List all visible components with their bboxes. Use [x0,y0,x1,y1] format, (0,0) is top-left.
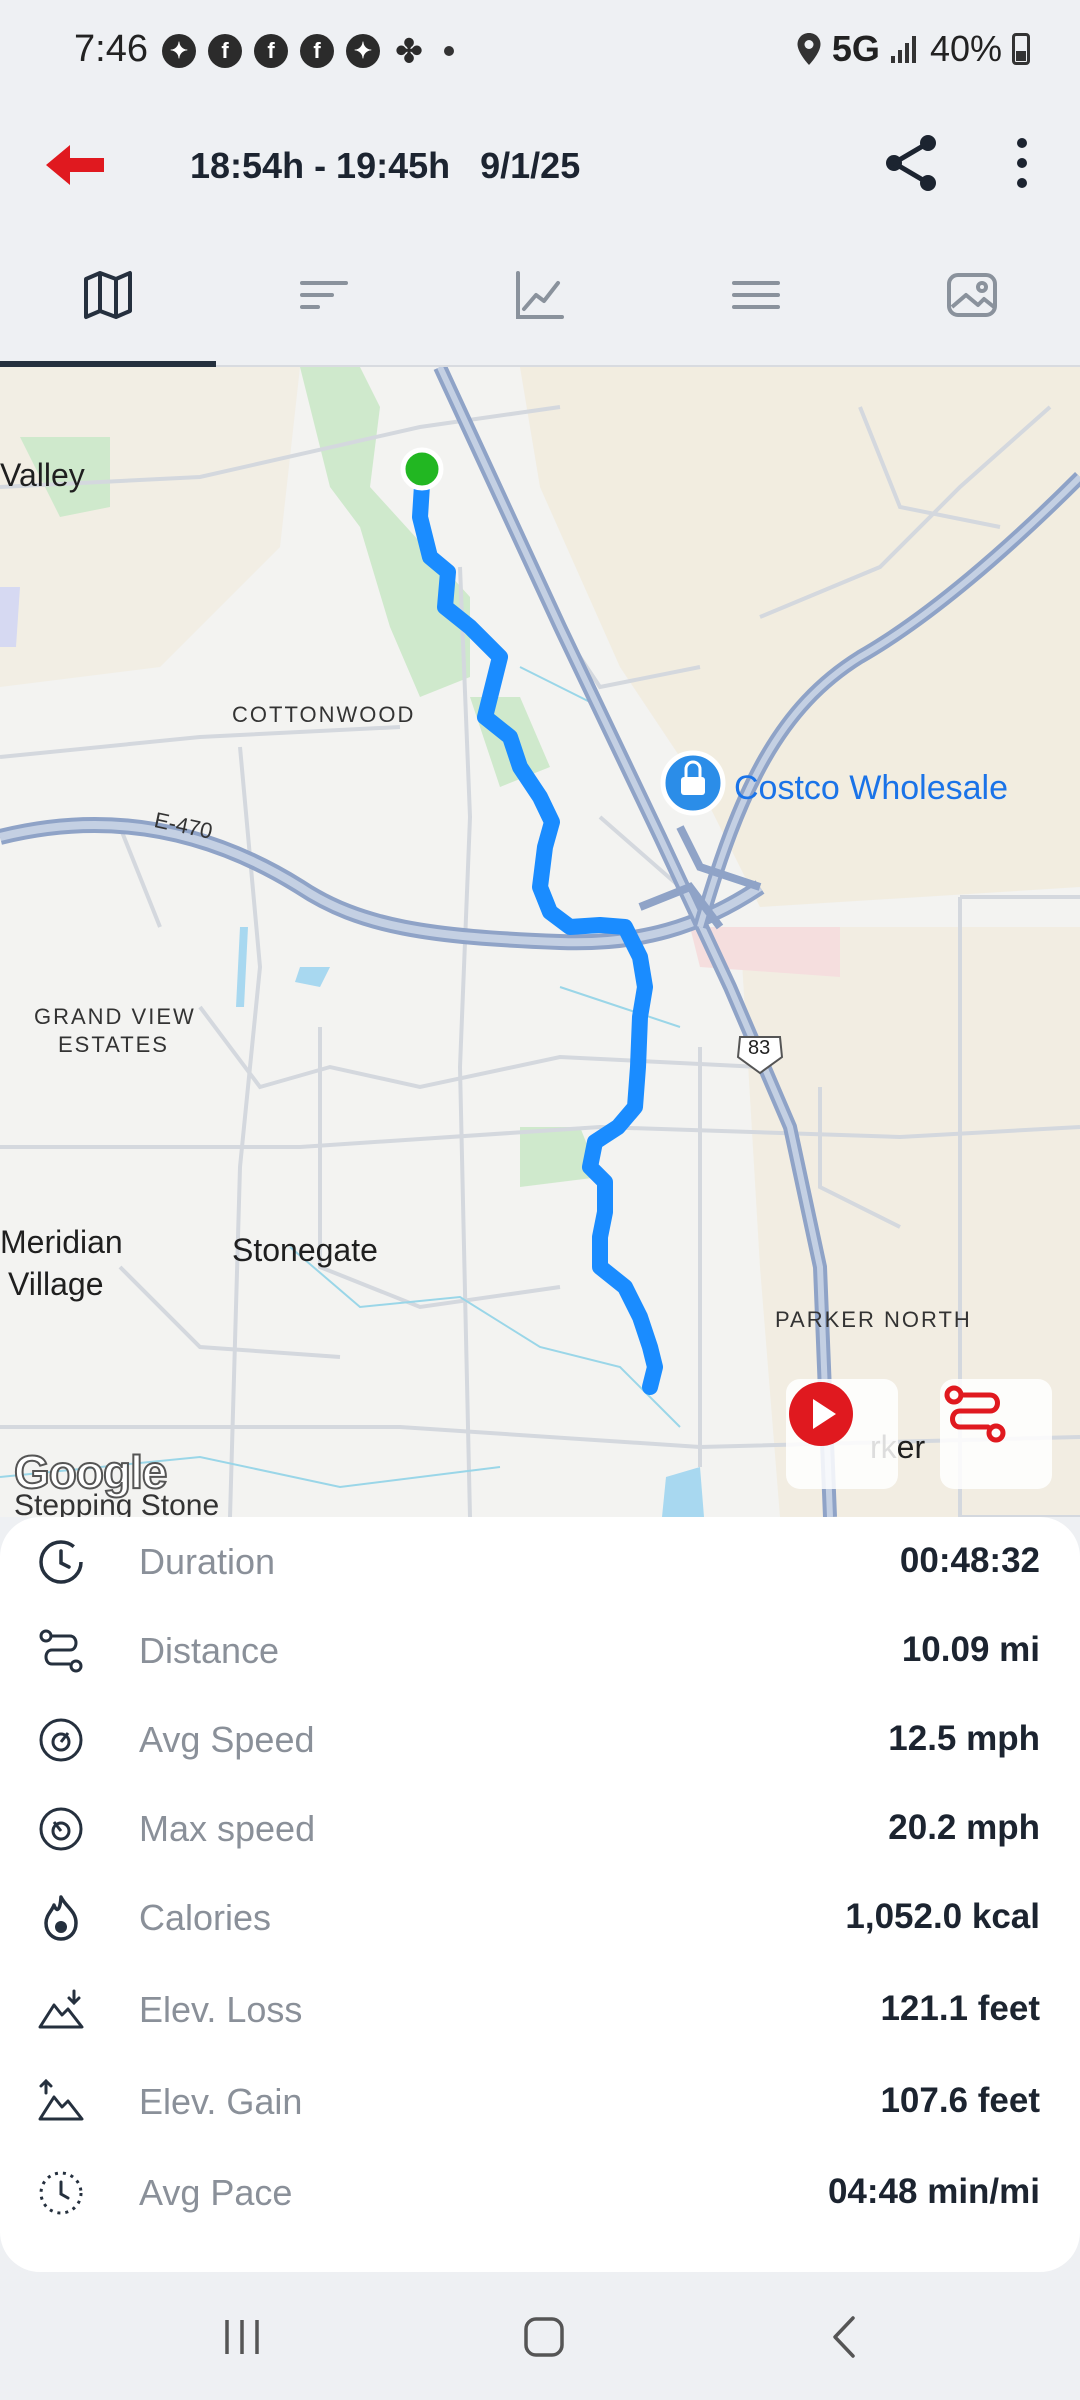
stat-label: Avg Speed [139,1719,315,1760]
map-canvas[interactable] [0,367,1080,1517]
google-logo: Google [13,1445,168,1499]
replay-button[interactable] [786,1379,898,1489]
stats-panel: Duration 00:48:32 Distance 10.09 mi Avg … [0,1517,1080,2272]
system-nav-bar [0,2272,1080,2400]
map-label-route-83: 83 [748,1037,771,1059]
network-type: 5G [831,28,880,69]
stat-avg-speed: Avg Speed 12.5 mph [0,1695,1080,1784]
stat-avg-pace: Avg Pace 04:48 min/mi [0,2148,1080,2237]
stat-max-speed: Max speed 20.2 mph [0,1784,1080,1873]
notification-icons: ✦ f f f ✦ ✤ [162,33,454,69]
stat-label: Distance [139,1630,280,1671]
status-bar: 7:46 ✦ f f f ✦ ✤ 5G 40% [0,0,1080,105]
play-icon [789,1382,853,1446]
stat-value: 00:48:32 [899,1541,1040,1580]
page-title: 18:54h - 19:45h 9/1/25 [190,145,581,186]
map-label-meridian-2: Village [8,1266,104,1302]
tab-map[interactable] [0,225,216,367]
back-icon [833,2316,855,2358]
more-options-button[interactable] [1000,131,1044,195]
stat-label: Max speed [139,1808,316,1849]
status-right: 5G 40% [796,28,1030,70]
mountain-up-icon [38,2078,84,2121]
stat-value: 20.2 mph [888,1808,1040,1847]
stat-value: 04:48 min/mi [827,2172,1040,2211]
speedometer-icon [39,1807,83,1851]
tab-details[interactable] [648,225,864,365]
stat-label: Avg Pace [139,2172,293,2213]
pace-clock-icon [39,2171,83,2215]
sort-lines-icon [300,281,348,309]
tab-splits[interactable] [216,225,432,365]
more-notifications-dot [444,46,454,56]
system-back-button[interactable] [806,2302,886,2372]
tab-photos[interactable] [864,225,1080,365]
speedometer-icon [39,1718,83,1762]
pinwheel-icon: ✤ [395,33,423,69]
map-icon [84,271,132,319]
map-label-meridian-1: Meridian [0,1224,123,1260]
app-bar: 18:54h - 19:45h 9/1/25 [0,105,1080,225]
tab-bar [0,225,1080,367]
stat-label: Elev. Loss [139,1989,303,2030]
stat-value: 12.5 mph [888,1719,1040,1758]
stat-value: 10.09 mi [901,1630,1040,1669]
messenger-icon: ✦ [162,34,196,68]
image-icon [947,273,997,317]
arrow-left-icon [46,145,104,185]
map-label-stonegate: Stonegate [232,1232,378,1268]
stat-label: Calories [139,1897,272,1938]
stat-value: 121.1 feet [880,1989,1040,2028]
back-button[interactable] [40,135,110,195]
messenger-icon: ✦ [346,34,380,68]
stat-value: 1,052.0 kcal [845,1897,1040,1936]
route-toggle-button[interactable] [940,1379,1052,1489]
share-button[interactable] [880,131,944,195]
more-vertical-icon [1017,138,1027,188]
route-map[interactable]: Valley COTTONWOOD E-470 Costco Wholesale… [0,367,1080,1517]
facebook-icon: f [300,34,334,68]
map-label-valley: Valley [0,457,85,493]
stat-calories: Calories 1,052.0 kcal [0,1873,1080,1962]
map-label-grand-view-2: ESTATES [58,1032,169,1057]
recent-apps-button[interactable] [202,2302,282,2372]
location-icon [797,33,821,65]
recent-apps-icon [225,2320,259,2354]
stat-value: 107.6 feet [880,2081,1040,2120]
status-time: 7:46 [74,28,148,70]
map-label-parker-north: PARKER NORTH [775,1307,972,1332]
facebook-icon: f [208,34,242,68]
stat-elev-loss: Elev. Loss 121.1 feet [0,1965,1080,2054]
route-distance-icon [39,1629,83,1673]
map-label-grand-view-1: GRAND VIEW [34,1004,196,1029]
map-label-cottonwood: COTTONWOOD [232,702,416,727]
stat-duration: Duration 00:48:32 [0,1517,1080,1606]
home-icon [524,2317,564,2357]
stat-elev-gain: Elev. Gain 107.6 feet [0,2057,1080,2146]
costco-pin-icon[interactable] [660,750,726,816]
facebook-icon: f [254,34,288,68]
home-button[interactable] [504,2302,584,2372]
map-label-costco[interactable]: Costco Wholesale [734,769,1008,808]
battery-percent: 40% [929,28,1002,69]
tab-charts[interactable] [432,225,648,365]
flame-icon [44,1895,78,1941]
stat-distance: Distance 10.09 mi [0,1606,1080,1695]
clock-icon [39,1540,83,1584]
start-marker[interactable] [400,447,444,491]
route-icon [944,1385,1006,1443]
menu-icon [732,281,780,309]
share-icon [886,135,936,191]
stat-label: Elev. Gain [139,2081,303,2122]
line-chart-icon [516,271,564,319]
battery-icon [1012,33,1030,65]
mountain-down-icon [38,1989,84,2029]
stat-label: Duration [139,1541,276,1582]
signal-icon [890,36,916,63]
